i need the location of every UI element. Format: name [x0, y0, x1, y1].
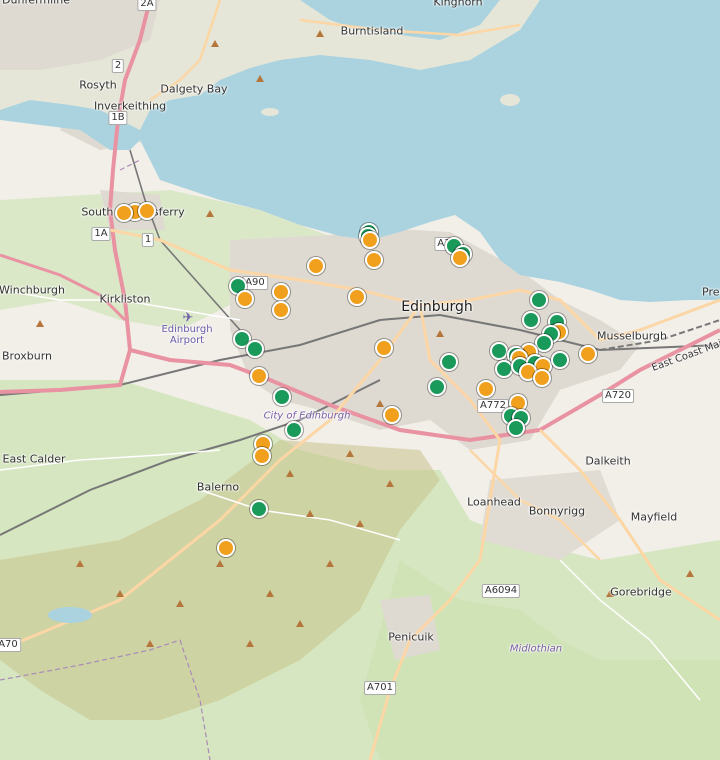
- map-marker-green[interactable]: [428, 378, 446, 396]
- map-marker-green[interactable]: [250, 500, 268, 518]
- map-marker-orange[interactable]: [217, 539, 235, 557]
- map-marker-green[interactable]: [551, 351, 569, 369]
- place-label-edinburgh: Edinburgh: [401, 299, 473, 315]
- map-marker-orange[interactable]: [361, 231, 379, 249]
- map-marker-green[interactable]: [246, 340, 264, 358]
- place-label-kirkliston: Kirkliston: [99, 292, 151, 306]
- road-shield-m2: 2: [111, 59, 125, 73]
- place-label-broxburn: Broxburn: [2, 349, 52, 363]
- road-shield-a70: A70: [0, 638, 21, 652]
- map-marker-green[interactable]: [507, 419, 525, 437]
- map-marker-orange[interactable]: [451, 249, 469, 267]
- place-label-bonnyrigg: Bonnyrigg: [528, 504, 586, 518]
- map-marker-orange[interactable]: [533, 369, 551, 387]
- map-view[interactable]: Dunfermline Kinghorn Burntisland Rosyth Dalg…: [0, 0, 720, 760]
- map-marker-orange[interactable]: [383, 406, 401, 424]
- road-shield-a701: A701: [364, 681, 396, 695]
- place-label-kinghorn: Kinghorn: [433, 0, 483, 9]
- map-marker-green[interactable]: [490, 342, 508, 360]
- place-label-edinburgh-airport: Edinburgh Airport: [161, 324, 213, 346]
- map-marker-orange[interactable]: [579, 345, 597, 363]
- map-marker-orange[interactable]: [272, 301, 290, 319]
- road-shield-m2a: 2A: [137, 0, 157, 11]
- map-marker-orange[interactable]: [348, 288, 366, 306]
- map-marker-orange[interactable]: [365, 251, 383, 269]
- map-marker-orange[interactable]: [250, 367, 268, 385]
- place-label-musselburgh: Musselburgh: [597, 329, 667, 343]
- place-label-penicuik: Penicuik: [388, 630, 434, 644]
- place-label-inverkeithing: Inverkeithing: [93, 99, 167, 113]
- place-label-city-of-edinburgh: City of Edinburgh: [263, 410, 351, 422]
- road-shield-a6094: A6094: [481, 584, 521, 598]
- map-marker-orange[interactable]: [375, 339, 393, 357]
- place-label-dunfermline: Dunfermline: [2, 0, 70, 7]
- map-marker-orange[interactable]: [138, 202, 156, 220]
- road-shield-m1: 1: [141, 233, 155, 247]
- road-shield-a720: A720: [602, 389, 634, 403]
- map-marker-green[interactable]: [495, 360, 513, 378]
- place-label-gorebridge: Gorebridge: [610, 585, 672, 599]
- place-label-dalgety-bay: Dalgety Bay: [160, 82, 228, 96]
- road-shield-m1a: 1A: [91, 227, 111, 241]
- place-label-dalkeith: Dalkeith: [585, 454, 631, 468]
- map-marker-green[interactable]: [285, 421, 303, 439]
- place-label-midlothian: Midlothian: [509, 643, 563, 655]
- place-label-balerno: Balerno: [196, 480, 240, 494]
- map-marker-orange[interactable]: [272, 283, 290, 301]
- map-marker-green[interactable]: [522, 311, 540, 329]
- place-label-loanhead: Loanhead: [467, 495, 521, 509]
- map-marker-green[interactable]: [273, 388, 291, 406]
- place-label-burntisland: Burntisland: [340, 24, 404, 38]
- map-marker-orange[interactable]: [307, 257, 325, 275]
- place-label-winchburgh: Winchburgh: [0, 283, 65, 297]
- map-marker-orange[interactable]: [253, 447, 271, 465]
- place-label-east-calder: East Calder: [2, 452, 66, 466]
- road-shield-m1b: 1B: [108, 111, 128, 125]
- map-marker-orange[interactable]: [115, 204, 133, 222]
- place-label-mayfield: Mayfield: [630, 510, 678, 524]
- map-marker-orange[interactable]: [236, 290, 254, 308]
- map-marker-green[interactable]: [440, 353, 458, 371]
- place-label-prestonpans: Pres: [702, 285, 720, 299]
- map-marker-green[interactable]: [530, 291, 548, 309]
- place-label-rosyth: Rosyth: [79, 78, 117, 92]
- map-marker-orange[interactable]: [477, 380, 495, 398]
